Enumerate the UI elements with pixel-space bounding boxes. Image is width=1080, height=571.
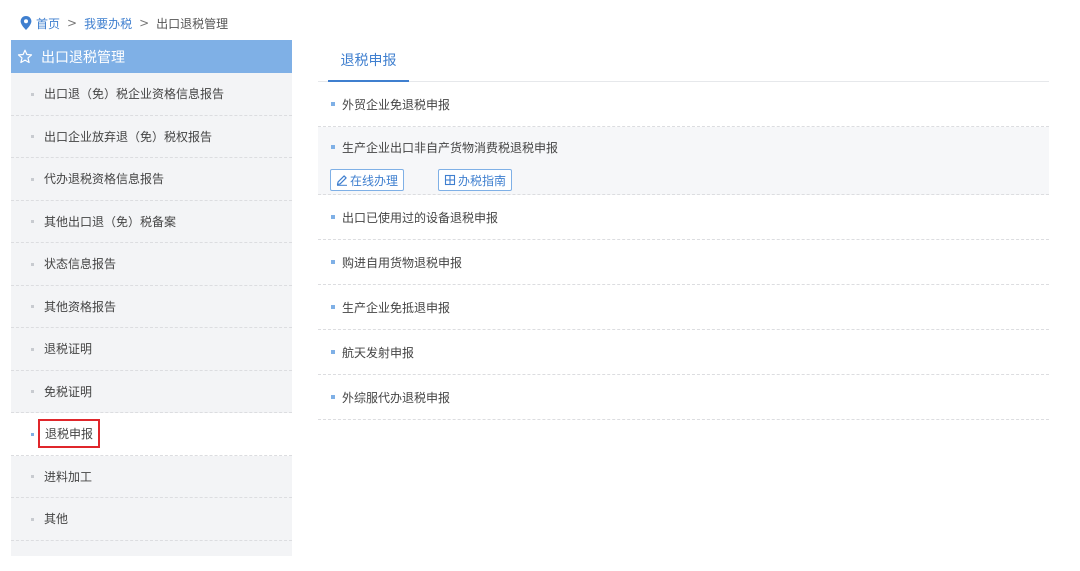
list-item-foreign-trade-service-refund: 外综服代办退税申报 (318, 375, 1049, 420)
bullet-icon (31, 390, 34, 394)
sidebar: 出口退税管理 出口退（免）税企业资格信息报告 出口企业放弃退（免）税权报告 代办… (11, 40, 292, 556)
breadcrumb-separator: > (67, 16, 78, 30)
bullet-icon (31, 262, 34, 266)
list-item-label: 外贸企业免退税申报 (342, 97, 451, 112)
sidebar-item-other[interactable]: 其他 (11, 498, 292, 541)
bullet-icon (331, 350, 335, 354)
sidebar-header: 出口退税管理 (11, 40, 292, 73)
bullet-icon (331, 305, 335, 309)
sidebar-item-agent-qualification[interactable]: 代办退税资格信息报告 (11, 158, 292, 201)
pencil-icon (336, 175, 347, 186)
sidebar-item-exemption-certificate[interactable]: 免税证明 (11, 371, 292, 413)
sidebar-item-status-report[interactable]: 状态信息报告 (11, 243, 292, 286)
bullet-icon (31, 92, 34, 96)
list-item-label: 出口已使用过的设备退税申报 (342, 210, 499, 225)
online-process-label: 在线办理 (350, 173, 399, 188)
sidebar-item-label: 出口企业放弃退（免）税权报告 (44, 129, 213, 144)
list-item-consumption-tax-refund: 生产企业出口非自产货物消费税退税申报 在线办理 办税指南 (318, 127, 1049, 195)
bullet-icon (31, 475, 34, 479)
breadcrumb-home-link[interactable]: 首页 (36, 15, 60, 32)
breadcrumb-separator: > (139, 16, 150, 30)
sidebar-item-label: 其他资格报告 (44, 299, 117, 314)
list-item-label: 购进自用货物退税申报 (342, 255, 463, 270)
sidebar-item-processing-trade[interactable]: 进料加工 (11, 456, 292, 498)
sidebar-item-qualification-report[interactable]: 出口退（免）税企业资格信息报告 (11, 73, 292, 116)
sidebar-item-label: 退税证明 (44, 342, 93, 357)
tab-refund-declaration[interactable]: 退税申报 (328, 40, 409, 82)
list-item-aerospace-launch: 航天发射申报 (318, 330, 1049, 375)
list-item-label: 航天发射申报 (342, 345, 415, 360)
main-content: 退税申报 外贸企业免退税申报 生产企业出口非自产货物消费税退税申报 在线办理 办… (318, 40, 1049, 420)
sidebar-item-refund-certificate[interactable]: 退税证明 (11, 328, 292, 371)
sidebar-item-label: 进料加工 (44, 469, 93, 484)
sidebar-title: 出口退税管理 (41, 49, 125, 66)
sidebar-item-other-filing[interactable]: 其他出口退（免）税备案 (11, 201, 292, 243)
bullet-icon (331, 395, 335, 399)
sidebar-item-label: 其他 (44, 512, 69, 527)
sidebar-item-label: 免税证明 (44, 384, 93, 399)
online-process-button[interactable]: 在线办理 (330, 169, 405, 191)
list-item-row[interactable]: 航天发射申报 (318, 330, 1049, 374)
list-item-label: 外综服代办退税申报 (342, 390, 451, 405)
book-icon (444, 174, 456, 186)
list-item-exempt-offset-refund: 生产企业免抵退申报 (318, 285, 1049, 330)
breadcrumb-tax-link[interactable]: 我要办税 (84, 15, 132, 32)
bullet-icon (31, 347, 34, 351)
sidebar-item-other-qualification[interactable]: 其他资格报告 (11, 286, 292, 328)
list-item-row[interactable]: 外综服代办退税申报 (318, 375, 1049, 419)
bullet-icon (331, 145, 335, 149)
tax-guide-button[interactable]: 办税指南 (438, 169, 513, 191)
bullet-icon (331, 260, 335, 264)
list-item-foreign-trade-refund: 外贸企业免退税申报 (318, 82, 1049, 127)
bullet-icon (331, 215, 335, 219)
list-item-row[interactable]: 购进自用货物退税申报 (318, 240, 1049, 284)
breadcrumb-current: 出口退税管理 (156, 16, 229, 31)
list-item-row[interactable]: 外贸企业免退税申报 (318, 82, 1049, 126)
bullet-icon (31, 305, 34, 309)
bullet-icon (31, 220, 34, 224)
star-icon (17, 49, 33, 63)
list-item-label: 生产企业免抵退申报 (342, 300, 451, 315)
tax-guide-label: 办税指南 (458, 173, 507, 188)
list-item-self-use-goods-refund: 购进自用货物退税申报 (318, 240, 1049, 285)
location-pin-icon (20, 16, 32, 30)
tab-bar: 退税申报 (318, 40, 1049, 82)
list-item-actions: 在线办理 办税指南 (330, 169, 513, 191)
list-item-row[interactable]: 出口已使用过的设备退税申报 (318, 195, 1049, 239)
sidebar-item-label: 状态信息报告 (44, 257, 117, 272)
breadcrumb: 首页 > 我要办税 > 出口退税管理 (20, 14, 228, 32)
bullet-icon (31, 177, 34, 181)
sidebar-item-label: 出口退（免）税企业资格信息报告 (44, 87, 225, 102)
sidebar-item-label: 其他出口退（免）税备案 (44, 214, 177, 229)
list-item-used-equipment-refund: 出口已使用过的设备退税申报 (318, 195, 1049, 240)
list-item-row[interactable]: 生产企业出口非自产货物消费税退税申报 (318, 127, 1049, 167)
bullet-icon (31, 517, 34, 521)
sidebar-item-label: 退税申报 (38, 419, 101, 449)
sidebar-item-refund-declaration[interactable]: 退税申报 (11, 413, 292, 456)
bullet-icon (331, 102, 335, 106)
bullet-icon (31, 432, 34, 436)
list-item-label: 生产企业出口非自产货物消费税退税申报 (342, 140, 559, 155)
list-item-row[interactable]: 生产企业免抵退申报 (318, 285, 1049, 329)
sidebar-item-label: 代办退税资格信息报告 (44, 172, 165, 187)
bullet-icon (31, 135, 34, 139)
sidebar-item-waiver-report[interactable]: 出口企业放弃退（免）税权报告 (11, 116, 292, 158)
